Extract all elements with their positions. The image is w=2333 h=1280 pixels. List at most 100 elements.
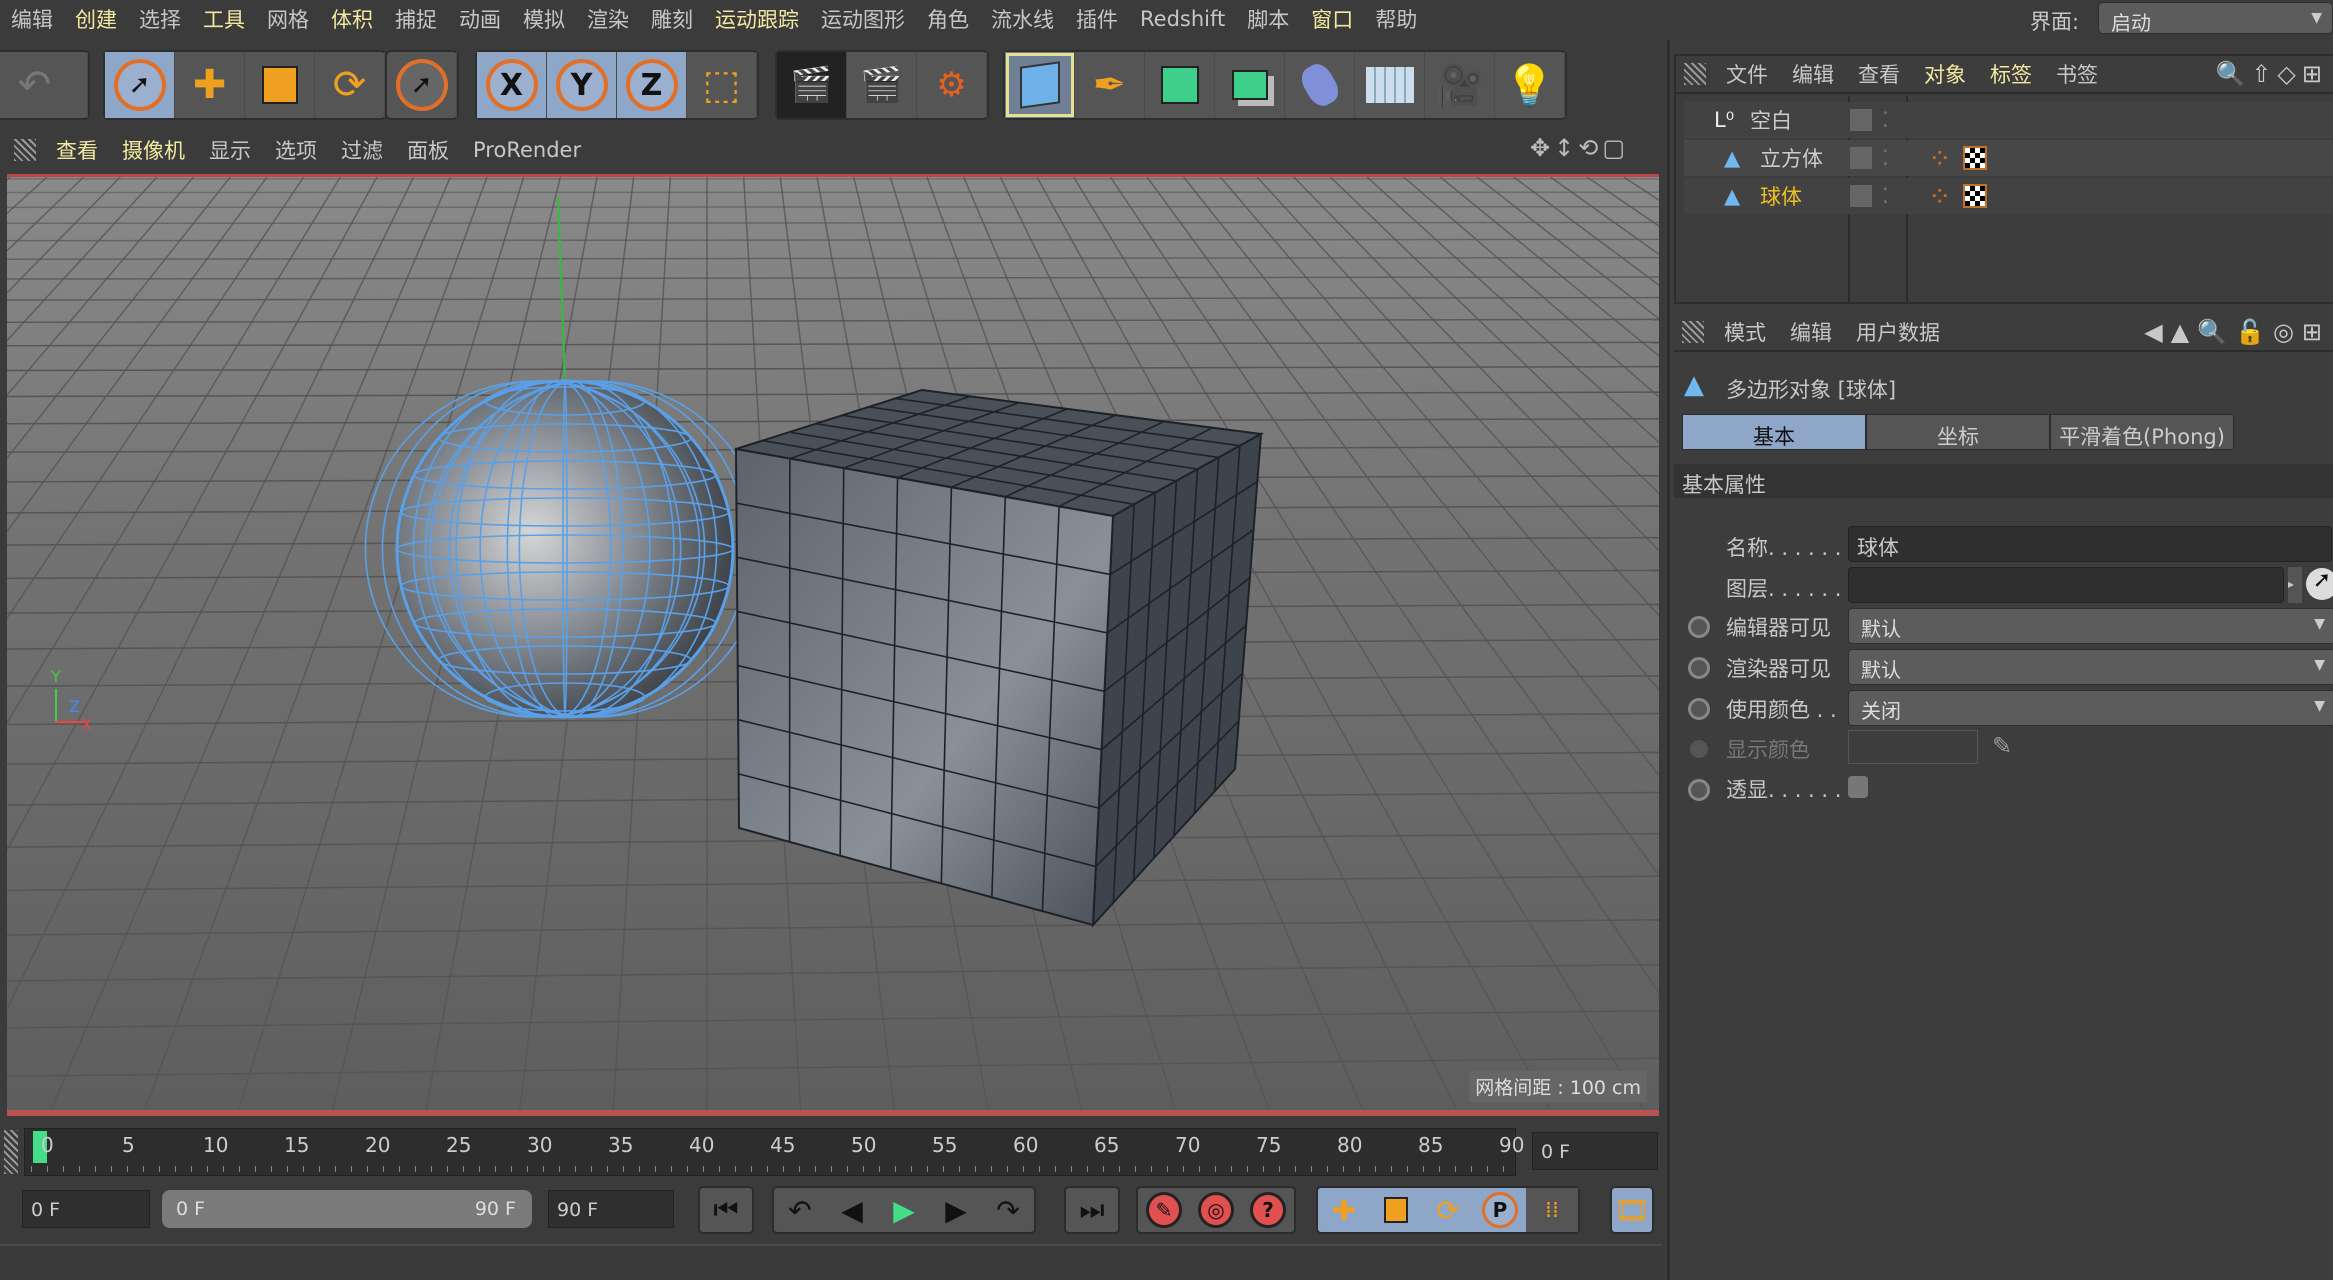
attribute-tab[interactable]: 基本 [1682, 414, 1866, 450]
menu-item[interactable]: 捕捉 [384, 4, 448, 34]
menu-item[interactable]: 动画 [448, 4, 512, 34]
render-settings-icon[interactable]: ⚙ [917, 52, 987, 118]
menu-item[interactable]: 网格 [256, 4, 320, 34]
floor-icon[interactable] [1355, 52, 1425, 118]
menu-item[interactable]: 渲染 [576, 4, 640, 34]
undo-icon[interactable]: ↶ [0, 52, 88, 118]
menu-item[interactable]: 插件 [1065, 4, 1129, 34]
render-dots-icon[interactable]: ⁚ [1882, 184, 1912, 208]
phong-tag-icon[interactable]: ⁘ [1928, 142, 1951, 175]
editor-visible-dropdown[interactable]: 默认 [1848, 608, 2333, 644]
object-manager-tool-icons[interactable]: 🔍⇧◇⊞ [2215, 60, 2328, 88]
x-axis-icon[interactable]: X [477, 52, 547, 118]
scale-icon[interactable] [245, 52, 315, 118]
viewport-menu-item[interactable]: 显示 [197, 135, 263, 165]
menu-item[interactable]: 选择 [128, 4, 192, 34]
viewport-nav-icons[interactable]: ✥↕⟲▢ [1530, 134, 1629, 162]
object-menu-item[interactable]: 书签 [2044, 59, 2110, 89]
visibility-toggle-icon[interactable] [1850, 109, 1872, 131]
menu-item[interactable]: 运动跟踪 [704, 4, 810, 34]
phong-tag-icon[interactable]: ⁘ [1928, 180, 1951, 213]
subdivision-icon[interactable] [1145, 52, 1215, 118]
menu-item[interactable]: 角色 [916, 4, 980, 34]
camera-icon[interactable]: 🎥 [1425, 52, 1495, 118]
use-color-radio[interactable] [1688, 698, 1710, 720]
render-to-picture-viewer-icon[interactable]: 🎬 [847, 52, 917, 118]
name-input[interactable]: 球体 [1848, 526, 2332, 562]
keyframe-selection-icon[interactable]: ? [1242, 1188, 1294, 1232]
viewport-menu-item[interactable]: ProRender [461, 138, 593, 162]
editor-visible-radio[interactable] [1688, 616, 1710, 638]
menu-item[interactable]: 帮助 [1364, 4, 1428, 34]
rotate-icon[interactable]: ⟳ [315, 52, 385, 118]
menu-item[interactable]: 窗口 [1300, 4, 1364, 34]
material-tag-icon[interactable] [1963, 146, 1988, 170]
layer-arrow-button[interactable]: ▸ [2288, 567, 2302, 603]
attribute-tab[interactable]: 坐标 [1866, 414, 2050, 450]
attribute-nav-icons[interactable]: ◀▲🔍🔓◎⊞ [2144, 318, 2330, 346]
move-icon[interactable]: ✚ [175, 52, 245, 118]
next-key-icon[interactable]: ↷ [982, 1188, 1034, 1232]
render-dots-icon[interactable]: ⁚ [1882, 108, 1912, 132]
menu-item[interactable]: Redshift [1129, 7, 1236, 31]
layout-dropdown[interactable]: 启动 [2098, 2, 2333, 35]
layer-pick-icon[interactable]: ➚ [2306, 568, 2333, 600]
attribute-menu-item[interactable]: 模式 [1712, 317, 1778, 347]
viewport-menu-item[interactable]: 选项 [263, 135, 329, 165]
material-tag-icon[interactable] [1963, 184, 1988, 208]
next-frame-icon[interactable]: ▶ [930, 1188, 982, 1232]
object-menu-item[interactable]: 标签 [1978, 59, 2044, 89]
deformer-icon[interactable] [1285, 52, 1355, 118]
goto-start-icon[interactable]: ⏮ [700, 1188, 752, 1232]
xray-radio[interactable] [1688, 779, 1710, 801]
prev-frame-icon[interactable]: ◀ [826, 1188, 878, 1232]
attribute-menu-item[interactable]: 用户数据 [1844, 317, 1952, 347]
menu-item[interactable]: 雕刻 [640, 4, 704, 34]
start-frame-field[interactable]: 0 F [22, 1190, 150, 1228]
object-name[interactable]: 空白 [1750, 105, 1840, 135]
object-menu-item[interactable]: 对象 [1912, 59, 1978, 89]
render-visible-dropdown[interactable]: 默认 [1848, 649, 2333, 685]
menu-item[interactable]: 运动图形 [810, 4, 916, 34]
end-frame-field[interactable]: 90 F [548, 1190, 674, 1228]
menu-item[interactable]: 流水线 [980, 4, 1065, 34]
render-dots-icon[interactable]: ⁚ [1882, 146, 1912, 170]
object-menu-item[interactable]: 编辑 [1780, 59, 1846, 89]
current-frame-field[interactable]: 0 F [1532, 1132, 1658, 1170]
menu-item[interactable]: 模拟 [512, 4, 576, 34]
viewport-menu-item[interactable]: 面板 [395, 135, 461, 165]
prev-key-icon[interactable]: ↶ [774, 1188, 826, 1232]
viewport-menu-item[interactable]: 过滤 [329, 135, 395, 165]
object-name[interactable]: 球体 [1760, 181, 1850, 211]
render-view-icon[interactable]: 🎬 [777, 52, 847, 118]
menu-item[interactable]: 创建 [64, 4, 128, 34]
menu-item[interactable]: 脚本 [1236, 4, 1300, 34]
object-row[interactable]: ▲ 球体 ⁚ ⁘ [1684, 178, 2333, 214]
menu-item[interactable]: 编辑 [0, 4, 64, 34]
key-rotation-icon[interactable]: ⟳ [1422, 1188, 1474, 1232]
menu-item[interactable]: 工具 [192, 4, 256, 34]
object-row[interactable]: ▲ 立方体 ⁚ ⁘ [1684, 140, 2333, 176]
live-select-icon[interactable]: ➚ [387, 52, 457, 118]
attribute-menu-item[interactable]: 编辑 [1778, 317, 1844, 347]
key-position-icon[interactable]: ✚ [1318, 1188, 1370, 1232]
goto-end-icon[interactable]: ⏭ [1066, 1188, 1118, 1232]
coordinate-system-icon[interactable]: ⬚ [687, 52, 757, 118]
timeline-ruler[interactable]: 0 5 10 15 20 25 30 35 40 45 50 55 60 65 70 75 80 85 90 [24, 1128, 1524, 1176]
object-row[interactable]: L⁰ 空白 ⁚ [1684, 102, 2333, 138]
use-color-dropdown[interactable]: 关闭 [1848, 690, 2333, 726]
light-icon[interactable]: 💡 [1495, 52, 1565, 118]
key-parameter-icon[interactable]: P [1474, 1188, 1526, 1232]
layer-input[interactable] [1848, 567, 2284, 603]
key-pla-icon[interactable]: ⁞⁞ [1526, 1188, 1578, 1232]
array-icon[interactable] [1215, 52, 1285, 118]
object-menu-item[interactable]: 文件 [1714, 59, 1780, 89]
render-visible-radio[interactable] [1688, 657, 1710, 679]
visibility-toggle-icon[interactable] [1850, 185, 1872, 207]
autokey-icon[interactable]: ◎ [1190, 1188, 1242, 1232]
attribute-tab[interactable]: 平滑着色(Phong) [2050, 414, 2234, 450]
pen-icon[interactable]: ✒ [1075, 52, 1145, 118]
menu-item[interactable]: 体积 [320, 4, 384, 34]
object-menu-item[interactable]: 查看 [1846, 59, 1912, 89]
cube-icon[interactable] [1005, 52, 1075, 118]
